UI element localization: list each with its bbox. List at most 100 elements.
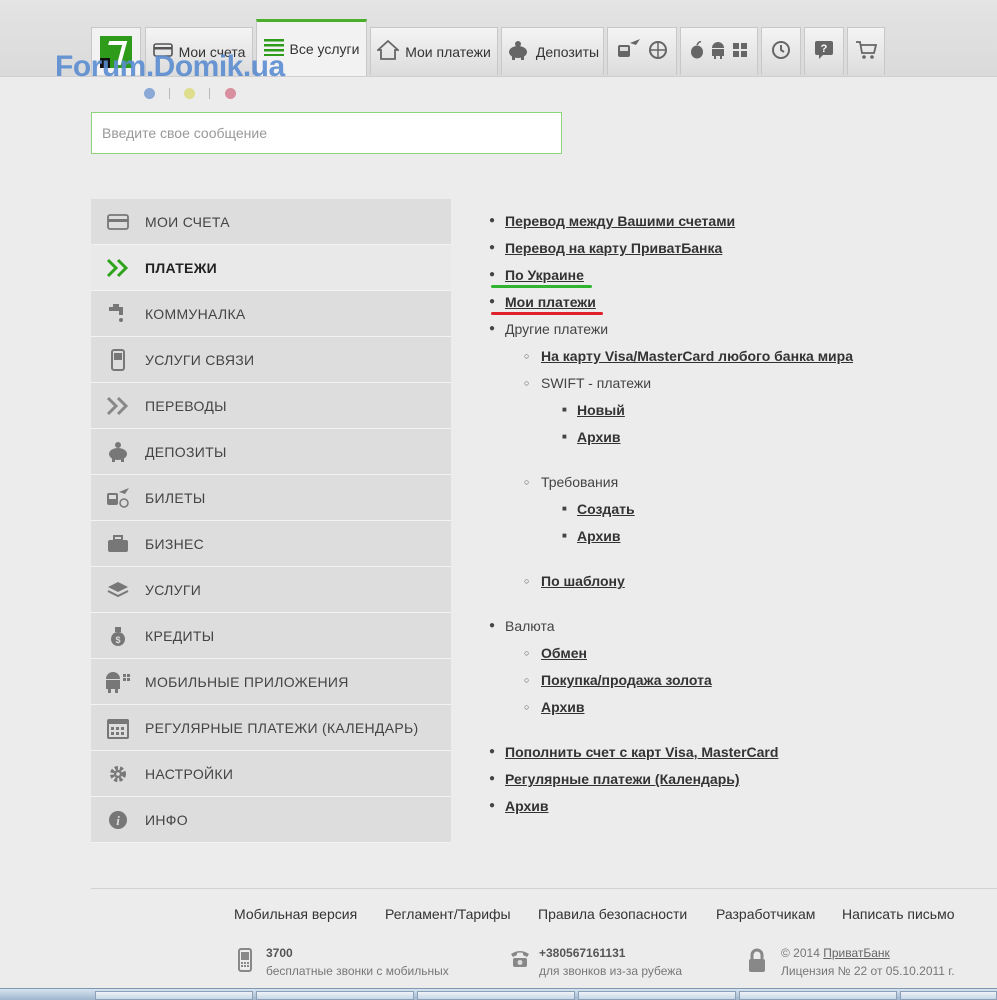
footer-link-security[interactable]: Правила безопасности	[538, 906, 687, 922]
sidebar-item-label: ИНФО	[145, 811, 188, 828]
calendar-icon	[91, 717, 145, 739]
green-highlight-underline	[491, 285, 592, 288]
footer-link-write[interactable]: Написать письмо	[842, 906, 954, 922]
sidebar-item-business[interactable]: БИЗНЕС	[91, 521, 451, 567]
list-item: ○ По шаблону	[524, 573, 625, 589]
footer-link-mobile[interactable]: Мобильная версия	[234, 906, 357, 922]
link-my-payments[interactable]: Мои платежи	[505, 294, 596, 310]
sidebar-item-deposits[interactable]: ДЕПОЗИТЫ	[91, 429, 451, 475]
sidebar-item-transfers[interactable]: ПЕРЕВОДЫ	[91, 383, 451, 429]
license-text: Лицензия № 22 от 05.10.2011 г.	[781, 964, 955, 978]
link-archive[interactable]: Архив	[505, 798, 548, 814]
phone-icon	[91, 348, 145, 371]
requirements-label: Требования	[541, 474, 619, 490]
footer-copyright: © 2014 ПриватБанк Лицензия № 22 от 05.10…	[749, 944, 955, 980]
link-transfer-own-accounts[interactable]: Перевод между Вашими счетами	[505, 213, 735, 229]
red-highlight-underline	[491, 312, 603, 315]
sidebar-item-my-accounts[interactable]: МОИ СЧЕТА	[91, 199, 451, 245]
windows-icon	[732, 42, 748, 62]
gear-icon	[91, 764, 145, 784]
dot-pink[interactable]	[225, 88, 236, 99]
card-icon	[91, 213, 145, 230]
layers-icon	[91, 581, 145, 599]
link-exchange[interactable]: Обмен	[541, 645, 587, 661]
lock-icon	[747, 948, 767, 976]
help-icon: ?	[814, 40, 834, 64]
tab-my-payments[interactable]: Мои платежи	[370, 27, 498, 75]
list-item: ● Перевод на карту ПриватБанка	[489, 240, 723, 256]
message-input[interactable]	[91, 112, 562, 154]
bank-link[interactable]: ПриватБанк	[823, 946, 890, 960]
list-item: ○ SWIFT - платежи	[524, 375, 652, 391]
double-chevron-icon	[91, 258, 145, 278]
sidebar-item-credits[interactable]: $ КРЕДИТЫ	[91, 613, 451, 659]
sidebar-item-regular-payments[interactable]: РЕГУЛЯРНЫЕ ПЛАТЕЖИ (КАЛЕНДАРЬ)	[91, 705, 451, 751]
link-gold[interactable]: Покупка/продажа золота	[541, 672, 712, 688]
currency-label: Валюта	[505, 618, 555, 634]
list-item: ■ Архив	[562, 528, 621, 544]
android-icon	[710, 41, 726, 63]
link-regular-payments[interactable]: Регулярные платежи (Календарь)	[505, 771, 740, 787]
sidebar-item-label: РЕГУЛЯРНЫЕ ПЛАТЕЖИ (КАЛЕНДАРЬ)	[145, 719, 419, 736]
sidebar-item-info[interactable]: i ИНФО	[91, 797, 451, 843]
piggy-icon	[506, 40, 530, 64]
footer-phone-abroad: +380567161131 для звонков из-за рубежа	[511, 944, 682, 980]
mobile-phone-icon	[238, 948, 252, 974]
train-plane-icon	[91, 487, 145, 509]
dot-yellow[interactable]	[184, 88, 195, 99]
other-payments-label: Другие платежи	[505, 321, 609, 337]
list-item: ■ Новый	[562, 402, 625, 418]
sidebar-item-label: ДЕПОЗИТЫ	[145, 443, 227, 460]
tab-tickets[interactable]	[607, 27, 677, 75]
link-currency-archive[interactable]: Архив	[541, 699, 584, 715]
tab-history[interactable]	[761, 27, 801, 75]
link-by-template[interactable]: По шаблону	[541, 573, 625, 589]
cart-icon	[855, 40, 878, 64]
watermark-text: Forum.Domik.ua	[55, 50, 285, 83]
footer-phone-mobile: 3700 бесплатные звонки с мобильных	[238, 944, 449, 980]
phone-number: 3700	[266, 946, 293, 960]
sidebar-item-payments[interactable]: ПЛАТЕЖИ	[91, 245, 451, 291]
sidebar-item-label: УСЛУГИ	[145, 581, 202, 598]
sidebar-item-mobile-apps[interactable]: МОБИЛЬНЫЕ ПРИЛОЖЕНИЯ	[91, 659, 451, 705]
tab-help[interactable]: ?	[804, 27, 844, 75]
sidebar-item-utilities[interactable]: КОММУНАЛКА	[91, 291, 451, 337]
sidebar-item-label: КРЕДИТЫ	[145, 627, 215, 644]
link-requirements-create[interactable]: Создать	[577, 501, 635, 517]
double-chevron-icon	[91, 396, 145, 416]
tab-deposits[interactable]: Депозиты	[501, 27, 604, 75]
list-item: ● Валюта	[489, 618, 555, 634]
landline-phone-icon	[509, 948, 531, 970]
briefcase-icon	[91, 534, 145, 553]
sidebar-item-label: БИЛЕТЫ	[145, 489, 206, 506]
list-item: ○ Архив	[524, 699, 585, 715]
piggy-icon	[91, 441, 145, 463]
list-item: ■ Создать	[562, 501, 635, 517]
footer-link-tariffs[interactable]: Регламент/Тарифы	[385, 906, 511, 922]
phone-number: +380567161131	[539, 946, 626, 960]
tab-cart[interactable]	[847, 27, 885, 75]
sidebar-item-services[interactable]: УСЛУГИ	[91, 567, 451, 613]
link-swift-new[interactable]: Новый	[577, 402, 625, 418]
link-topup-visa[interactable]: Пополнить счет с карт Visa, MasterCard	[505, 744, 778, 760]
list-item: ● Мои платежи	[487, 292, 987, 319]
train-icon	[616, 38, 642, 65]
os-taskbar	[0, 988, 997, 1000]
link-swift-archive[interactable]: Архив	[577, 429, 620, 445]
sidebar-item-tickets[interactable]: БИЛЕТЫ	[91, 475, 451, 521]
pagination-dots	[144, 88, 244, 100]
list-item: ○ Покупка/продажа золота	[524, 672, 712, 688]
link-transfer-privat-card[interactable]: Перевод на карту ПриватБанка	[505, 240, 722, 256]
dot-blue[interactable]	[144, 88, 155, 99]
sidebar-item-label: ПЛАТЕЖИ	[145, 259, 218, 276]
link-by-ukraine[interactable]: По Украине	[505, 267, 584, 283]
footer-link-developers[interactable]: Разработчикам	[716, 906, 815, 922]
sidebar-item-telecom[interactable]: УСЛУГИ СВЯЗИ	[91, 337, 451, 383]
history-icon	[770, 39, 792, 65]
link-visa-any-bank[interactable]: На карту Visa/MasterCard любого банка ми…	[541, 348, 853, 364]
tab-label: Все услуги	[289, 41, 360, 57]
link-requirements-archive[interactable]: Архив	[577, 528, 620, 544]
list-item: ● По Украине	[487, 265, 987, 292]
tab-mobile-apps[interactable]	[680, 27, 758, 75]
sidebar-item-settings[interactable]: НАСТРОЙКИ	[91, 751, 451, 797]
